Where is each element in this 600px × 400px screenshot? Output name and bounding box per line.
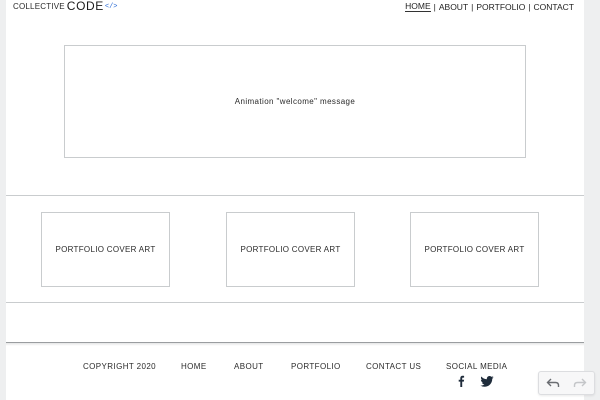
wireframe-page: COLLECTIVE CODE </> HOME | ABOUT | PORTF…: [6, 0, 584, 400]
logo[interactable]: COLLECTIVE CODE </>: [13, 0, 117, 12]
social-links: [457, 374, 494, 392]
facebook-icon[interactable]: [457, 374, 465, 392]
welcome-animation-placeholder: Animation "welcome" message: [64, 45, 526, 158]
footer-copyright: COPYRIGHT 2020: [83, 362, 157, 371]
nav-contact[interactable]: CONTACT: [534, 2, 574, 12]
nav-about[interactable]: ABOUT: [439, 2, 468, 12]
portfolio-card-label: PORTFOLIO COVER ART: [240, 245, 341, 254]
welcome-message: Animation "welcome" message: [234, 97, 356, 106]
section-divider-top: [6, 195, 584, 196]
portfolio-card-3[interactable]: PORTFOLIO COVER ART: [410, 212, 539, 287]
portfolio-card-2[interactable]: PORTFOLIO COVER ART: [226, 212, 355, 287]
logo-small-text: COLLECTIVE: [13, 2, 65, 11]
scrollbar[interactable]: [584, 0, 600, 400]
nav-separator: |: [433, 2, 436, 12]
footer-link-about[interactable]: ABOUT: [234, 362, 264, 371]
nav-portfolio[interactable]: PORTFOLIO: [476, 2, 525, 12]
footer-link-social-media[interactable]: SOCIAL MEDIA: [446, 362, 507, 371]
nav-home[interactable]: HOME: [405, 1, 431, 12]
nav-separator: |: [471, 2, 474, 12]
footer-link-contact-us[interactable]: CONTACT US: [366, 362, 421, 371]
undo-icon[interactable]: [539, 372, 566, 394]
section-divider-bottom: [6, 302, 584, 303]
footer-link-portfolio[interactable]: PORTFOLIO: [291, 362, 341, 371]
footer-shadow: [6, 343, 584, 346]
portfolio-card-label: PORTFOLIO COVER ART: [424, 245, 525, 254]
twitter-icon[interactable]: [480, 374, 494, 392]
nav-separator: |: [528, 2, 531, 12]
main-nav: HOME | ABOUT | PORTFOLIO | CONTACT: [405, 0, 574, 12]
redo-icon[interactable]: [566, 372, 593, 394]
logo-big-text: CODE: [66, 0, 104, 13]
undo-redo-toolbar: [538, 371, 595, 395]
portfolio-card-1[interactable]: PORTFOLIO COVER ART: [41, 212, 170, 287]
code-tag-icon: </>: [104, 3, 118, 11]
footer-link-home[interactable]: HOME: [181, 362, 207, 371]
portfolio-card-label: PORTFOLIO COVER ART: [55, 245, 156, 254]
